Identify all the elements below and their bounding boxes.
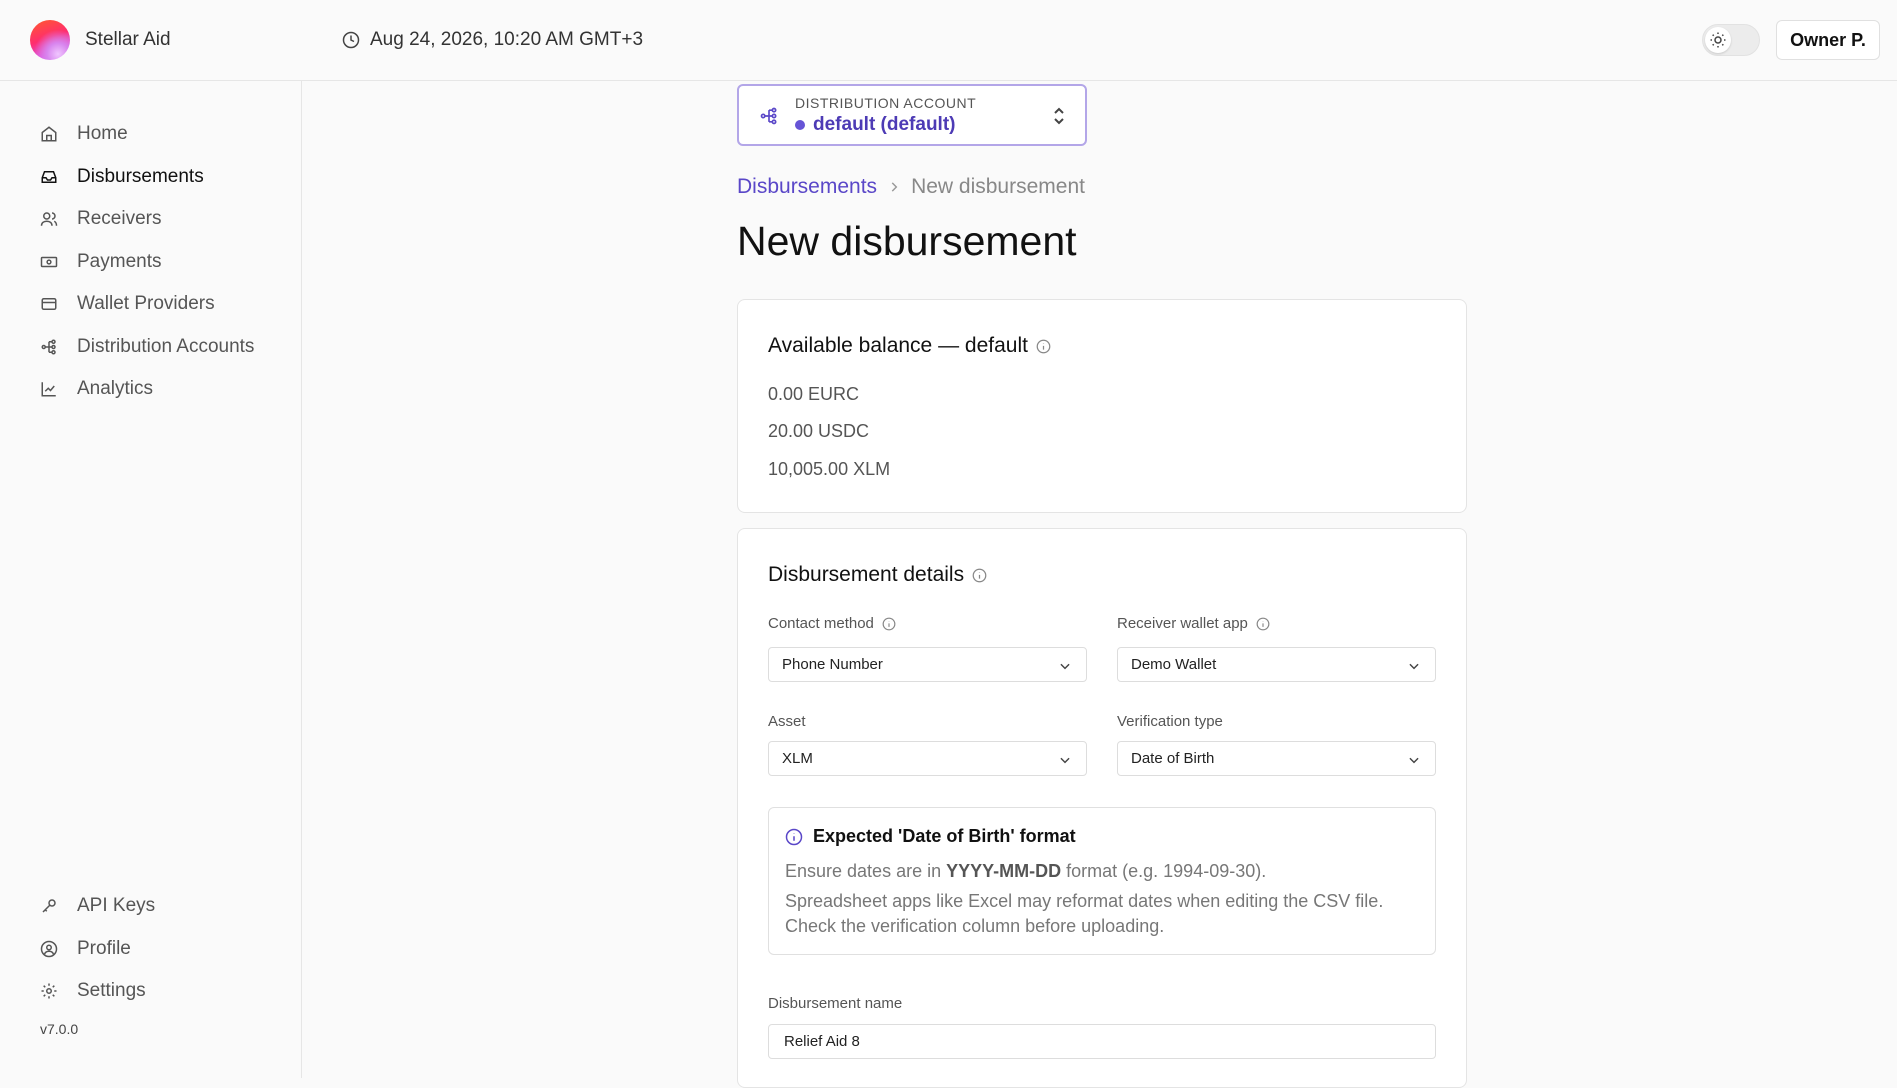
sidebar-item-distribution-accounts[interactable]: Distribution Accounts <box>40 332 254 362</box>
sidebar-item-home[interactable]: Home <box>40 119 128 149</box>
wallet-app-value: Demo Wallet <box>1131 656 1217 673</box>
asset-value: XLM <box>782 750 813 767</box>
user-circle-icon <box>40 940 58 958</box>
chevron-down-icon <box>1409 663 1419 670</box>
page-title: New disbursement <box>737 218 1077 264</box>
date-format-notice: Expected 'Date of Birth' format Ensure d… <box>768 807 1436 955</box>
breadcrumb: Disbursements New disbursement <box>737 175 1085 199</box>
disbursement-details-card: Disbursement details Contact method Phon… <box>737 528 1467 1088</box>
disbursement-name-input[interactable]: Relief Aid 8 <box>768 1024 1436 1059</box>
users-icon <box>40 212 58 226</box>
balance-card-title-text: Available balance — default <box>768 334 1028 357</box>
network-icon <box>41 339 56 355</box>
balance-xlm: 10,005.00 XLM <box>768 459 891 479</box>
sidebar-item-label: Distribution Accounts <box>77 336 255 357</box>
asset-select[interactable]: XLM <box>768 741 1087 776</box>
sidebar-item-label: Disbursements <box>77 166 204 187</box>
chevron-down-icon <box>1060 663 1070 670</box>
wallet-app-select[interactable]: Demo Wallet <box>1117 647 1436 682</box>
sidebar-item-label: Payments <box>77 251 162 272</box>
details-card-title: Disbursement details <box>768 563 987 587</box>
app-logo[interactable] <box>30 20 70 60</box>
breadcrumb-disbursements-link[interactable]: Disbursements <box>737 175 877 199</box>
sidebar-item-analytics[interactable]: Analytics <box>40 374 153 404</box>
chevron-right-icon <box>891 182 898 192</box>
home-icon <box>41 126 57 142</box>
account-name: default (default) <box>813 114 956 135</box>
banknote-icon <box>40 256 58 268</box>
sidebar-item-disbursements[interactable]: Disbursements <box>40 162 204 192</box>
notice-title: Expected 'Date of Birth' format <box>785 826 1076 847</box>
info-icon[interactable] <box>1036 339 1051 354</box>
sidebar-item-settings[interactable]: Settings <box>40 976 146 1006</box>
info-icon[interactable] <box>1256 617 1270 631</box>
wallet-app-label-text: Receiver wallet app <box>1117 615 1248 632</box>
sidebar-item-label: Receivers <box>77 208 162 229</box>
sidebar-item-label: API Keys <box>77 895 156 916</box>
sidebar: Home Disbursements Receivers Payments Wa… <box>0 81 302 1078</box>
breadcrumb-current: New disbursement <box>911 175 1085 198</box>
chevron-down-icon <box>1060 757 1070 764</box>
contact-method-label: Contact method <box>768 615 896 632</box>
disbursement-name-label: Disbursement name <box>768 995 903 1012</box>
balance-eurc: 0.00 EURC <box>768 384 860 404</box>
verification-type-label: Verification type <box>1117 713 1223 730</box>
wallet-icon <box>41 298 57 310</box>
current-datetime: Aug 24, 2026, 10:20 AM GMT+3 <box>342 29 643 51</box>
sidebar-item-receivers[interactable]: Receivers <box>40 204 161 234</box>
balance-card-title: Available balance — default <box>768 334 1051 358</box>
sidebar-item-label: Wallet Providers <box>77 293 215 314</box>
line-chart-icon <box>41 382 56 397</box>
sidebar-item-label: Settings <box>77 980 146 1001</box>
distribution-account-selector[interactable]: DISTRIBUTION ACCOUNT default (default) <box>737 84 1087 146</box>
network-icon <box>760 107 777 125</box>
contact-method-value: Phone Number <box>782 656 883 673</box>
account-selector-label: DISTRIBUTION ACCOUNT <box>795 95 977 111</box>
status-dot <box>795 120 805 130</box>
info-icon <box>785 828 803 845</box>
notice-line-2: Spreadsheet apps like Excel may reformat… <box>785 891 1384 936</box>
details-card-title-text: Disbursement details <box>768 563 965 586</box>
sidebar-item-label: Profile <box>77 938 131 959</box>
info-icon[interactable] <box>972 568 987 583</box>
sidebar-item-profile[interactable]: Profile <box>40 934 131 964</box>
sidebar-item-api-keys[interactable]: API Keys <box>40 891 155 921</box>
sidebar-item-label: Home <box>77 123 128 144</box>
available-balance-card: Available balance — default 0.00 EURC 20… <box>737 299 1467 513</box>
theme-toggle-knob <box>1705 27 1731 53</box>
sun-icon <box>1710 32 1726 48</box>
wallet-app-label: Receiver wallet app <box>1117 615 1270 632</box>
verification-type-select[interactable]: Date of Birth <box>1117 741 1436 776</box>
user-menu-button[interactable]: Owner P. <box>1776 20 1880 60</box>
chevron-up-down-icon <box>1054 107 1064 125</box>
datetime-text: Aug 24, 2026, 10:20 AM GMT+3 <box>370 29 644 50</box>
asset-label: Asset <box>768 713 806 730</box>
clock-icon <box>342 31 360 49</box>
top-bar: Stellar Aid Aug 24, 2026, 10:20 AM GMT+3… <box>0 0 1897 81</box>
chevron-down-icon <box>1409 757 1419 764</box>
notice-text: Ensure dates are in <box>785 861 947 881</box>
inbox-icon <box>41 171 57 183</box>
account-selector-value: default (default) <box>795 114 956 136</box>
sidebar-item-payments[interactable]: Payments <box>40 247 161 277</box>
contact-method-select[interactable]: Phone Number <box>768 647 1087 682</box>
notice-text: format (e.g. 1994-09-30). <box>1061 861 1267 881</box>
balance-usdc: 20.00 USDC <box>768 421 870 441</box>
app-name: Stellar Aid <box>85 29 171 50</box>
info-icon[interactable] <box>882 617 896 631</box>
key-icon <box>42 899 56 913</box>
contact-method-label-text: Contact method <box>768 615 874 632</box>
verification-type-value: Date of Birth <box>1131 750 1215 767</box>
sidebar-item-wallet-providers[interactable]: Wallet Providers <box>40 289 215 319</box>
notice-format: YYYY-MM-DD <box>946 861 1062 881</box>
sidebar-item-label: Analytics <box>77 378 154 399</box>
gear-icon <box>41 983 57 999</box>
theme-toggle[interactable] <box>1702 24 1760 56</box>
notice-title-text: Expected 'Date of Birth' format <box>813 826 1076 846</box>
notice-line-1: Ensure dates are in YYYY-MM-DD format (e… <box>785 859 1425 884</box>
app-version: v7.0.0 <box>40 1021 79 1037</box>
